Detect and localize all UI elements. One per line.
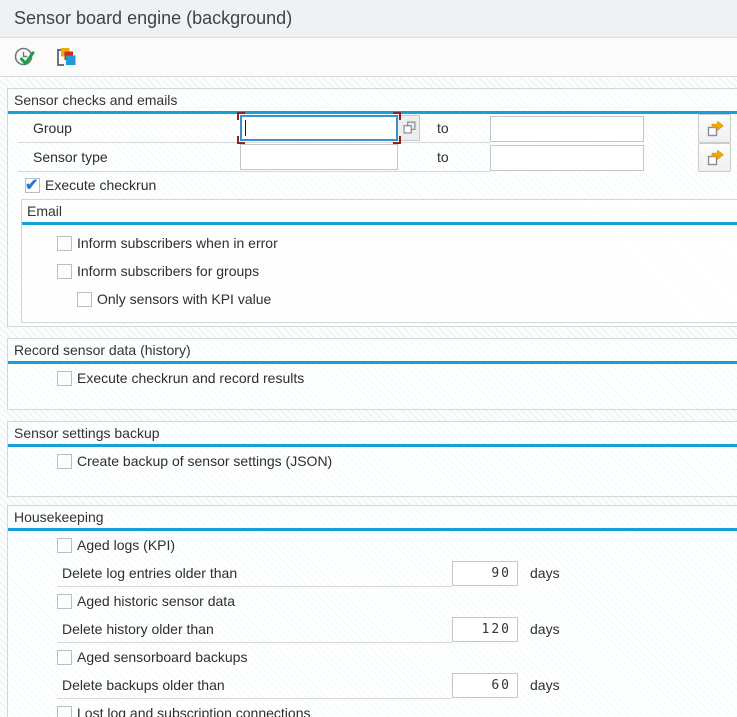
delete-log-entries-label: Delete log entries older than: [57, 559, 452, 587]
inform-error-row: Inform subscribers when in error: [57, 229, 737, 257]
page-title: Sensor board engine (background): [14, 8, 292, 29]
delete-log-entries-input[interactable]: [452, 561, 518, 586]
section-record-history: Record sensor data (history) Execute che…: [7, 338, 737, 410]
inform-groups-row: Inform subscribers for groups: [57, 257, 737, 285]
aged-logs-label: Aged logs (KPI): [77, 537, 175, 553]
create-backup-row: Create backup of sensor settings (JSON): [57, 447, 737, 475]
delete-log-entries-row: Delete log entries older than days: [57, 559, 737, 587]
section-title: Sensor settings backup: [8, 422, 737, 444]
days-unit-label: days: [530, 565, 560, 581]
record-results-checkbox[interactable]: [57, 371, 72, 386]
delete-backups-label: Delete backups older than: [57, 671, 452, 699]
text-caret: [245, 120, 246, 136]
get-variant-squares-icon: [53, 45, 77, 69]
group-label: Group: [18, 114, 240, 143]
aged-backups-row: Aged sensorboard backups: [57, 643, 737, 671]
selection-screen: Sensor checks and emails Group: [0, 77, 737, 717]
execute-clock-check-icon: [13, 46, 36, 69]
aged-logs-checkbox[interactable]: [57, 538, 72, 553]
group-multi-select-button[interactable]: [698, 114, 731, 143]
execute-checkrun-checkbox[interactable]: [25, 178, 40, 193]
aged-history-row: Aged historic sensor data: [57, 587, 737, 615]
get-variant-button[interactable]: [52, 44, 78, 70]
multi-select-icon: [705, 148, 725, 168]
sensor-type-to-label: to: [420, 143, 490, 172]
inform-groups-checkbox[interactable]: [57, 264, 72, 279]
create-backup-label: Create backup of sensor settings (JSON): [77, 453, 332, 469]
execute-checkrun-label: Execute checkrun: [45, 177, 156, 193]
lost-connections-label: Lost log and subscription connections: [77, 705, 310, 717]
sensor-type-to-input[interactable]: [490, 145, 644, 171]
group-from-input[interactable]: [240, 115, 398, 141]
record-results-label: Execute checkrun and record results: [77, 370, 304, 386]
inform-groups-label: Inform subscribers for groups: [77, 263, 259, 279]
section-settings-backup: Sensor settings backup Create backup of …: [7, 421, 737, 497]
aged-history-label: Aged historic sensor data: [77, 593, 235, 609]
group-to-input[interactable]: [490, 116, 644, 142]
section-title: Email: [22, 200, 737, 222]
lost-connections-checkbox[interactable]: [57, 706, 72, 717]
inform-error-checkbox[interactable]: [57, 236, 72, 251]
delete-history-label: Delete history older than: [57, 615, 452, 643]
section-email: Email Inform subscribers when in error I…: [21, 199, 737, 323]
application-toolbar: [0, 38, 737, 77]
section-housekeeping: Housekeeping Aged logs (KPI) Delete log …: [7, 505, 737, 717]
execute-checkrun-row: Execute checkrun: [25, 172, 737, 198]
record-results-row: Execute checkrun and record results: [57, 364, 737, 392]
aged-backups-checkbox[interactable]: [57, 650, 72, 665]
section-sensor-checks: Sensor checks and emails Group: [7, 88, 737, 327]
only-kpi-label: Only sensors with KPI value: [97, 291, 271, 307]
create-backup-checkbox[interactable]: [57, 454, 72, 469]
multi-select-icon: [705, 119, 725, 139]
value-help-icon: [400, 119, 418, 137]
sensor-type-from-input[interactable]: [240, 144, 398, 170]
days-unit-label: days: [530, 621, 560, 637]
aged-logs-row: Aged logs (KPI): [57, 531, 737, 559]
sensor-type-multi-select-button[interactable]: [698, 143, 731, 172]
group-row: Group to: [18, 114, 737, 143]
sap-window: Sensor board engine (background) Sensor …: [0, 0, 737, 717]
window-title-bar: Sensor board engine (background): [0, 0, 737, 38]
lost-connections-row: Lost log and subscription connections: [57, 699, 737, 717]
inform-error-label: Inform subscribers when in error: [77, 235, 278, 251]
section-title: Housekeeping: [8, 506, 737, 528]
section-title: Record sensor data (history): [8, 339, 737, 361]
days-unit-label: days: [530, 677, 560, 693]
group-to-label: to: [420, 114, 490, 143]
execute-button[interactable]: [12, 45, 37, 70]
delete-backups-row: Delete backups older than days: [57, 671, 737, 699]
only-kpi-checkbox[interactable]: [77, 292, 92, 307]
value-help-button[interactable]: [398, 115, 420, 141]
sensor-type-label: Sensor type: [18, 143, 240, 172]
aged-history-checkbox[interactable]: [57, 594, 72, 609]
sensor-type-row: Sensor type to: [18, 143, 737, 172]
delete-history-row: Delete history older than days: [57, 615, 737, 643]
section-title: Sensor checks and emails: [8, 89, 737, 111]
only-kpi-row: Only sensors with KPI value: [77, 285, 737, 313]
aged-backups-label: Aged sensorboard backups: [77, 649, 247, 665]
delete-backups-input[interactable]: [452, 673, 518, 698]
delete-history-input[interactable]: [452, 617, 518, 642]
